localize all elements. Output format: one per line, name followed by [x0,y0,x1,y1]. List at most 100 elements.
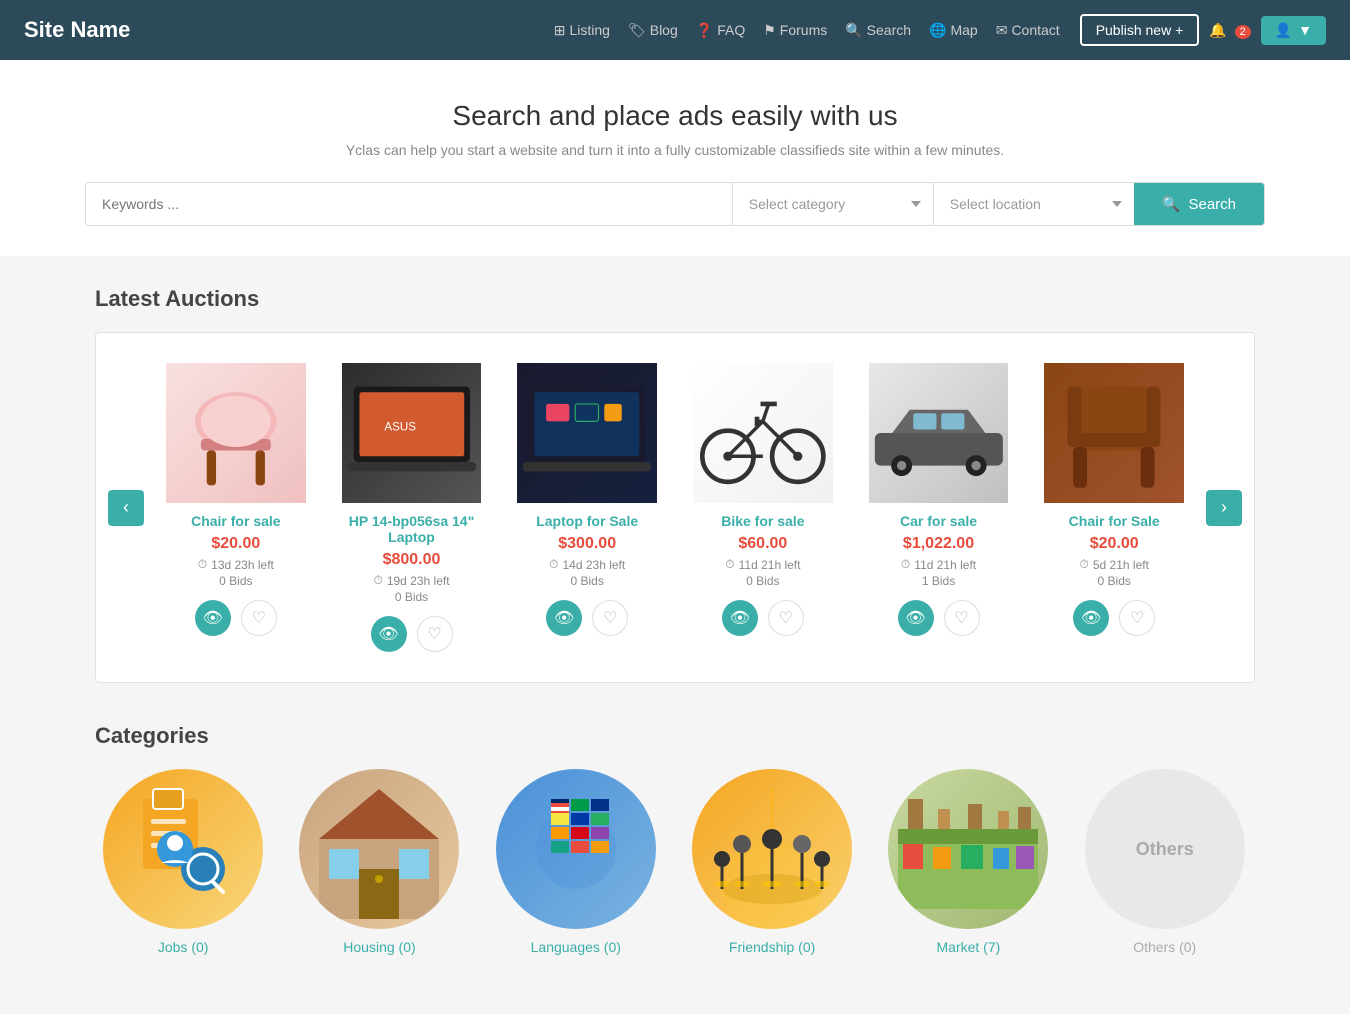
category-item[interactable]: Others Others (0) [1077,769,1253,955]
auction-title: Car for sale [869,513,1009,529]
auction-bids: 0 Bids [342,590,482,604]
auction-time: ⏱ 19d 23h left [342,573,482,588]
category-label: Friendship (0) [729,939,815,955]
auction-card: Car for sale $1,022.00 ⏱ 11d 21h left 1 … [859,353,1019,662]
clock-icon: ⏱ [549,557,558,572]
market-icon [888,769,1048,929]
auction-card: Chair for Sale $20.00 ⏱ 5d 21h left 0 Bi… [1034,353,1194,662]
auction-bids: 0 Bids [517,574,657,588]
category-select[interactable]: Select category [733,183,933,225]
notification-badge: 2 [1235,25,1251,39]
auction-time: ⏱ 11d 21h left [693,557,833,572]
category-item[interactable]: Friendship (0) [684,769,860,955]
view-button[interactable]: 👁 [371,616,407,652]
auctions-title: Latest Auctions [95,286,1255,312]
category-label: Housing (0) [343,939,415,955]
clock-icon: ⏱ [198,557,207,572]
categories-section: Categories Jobs (0) Housing (0) [95,723,1255,955]
publish-new-button[interactable]: Publish new + [1080,14,1200,46]
view-button[interactable]: 👁 [722,600,758,636]
favorite-button[interactable]: ♡ [1119,600,1155,636]
auction-actions: 👁 ♡ [342,616,482,652]
languages-icon [496,769,656,929]
nav-listing[interactable]: ⊞ Listing [554,22,610,39]
auction-bids: 1 Bids [869,574,1009,588]
view-button[interactable]: 👁 [546,600,582,636]
auction-card: ASUS HP 14-bp056sa 14" Laptop $800.00 ⏱ … [332,353,492,662]
auction-actions: 👁 ♡ [517,600,657,636]
clock-icon: ⏱ [901,557,910,572]
auction-time: ⏱ 14d 23h left [517,557,657,572]
auctions-carousel: ‹ Chair for sale $20.00 ⏱ 13d 23h left 0… [95,332,1255,683]
hero-title: Search and place ads easily with us [20,100,1330,132]
auction-title: HP 14-bp056sa 14" Laptop [342,513,482,545]
auction-card: Bike for sale $60.00 ⏱ 11d 21h left 0 Bi… [683,353,843,662]
category-label: Others (0) [1133,939,1196,955]
category-item[interactable]: Market (7) [880,769,1056,955]
auction-card: Laptop for Sale $300.00 ⏱ 14d 23h left 0… [507,353,667,662]
category-item[interactable]: Jobs (0) [95,769,271,955]
auction-price: $1,022.00 [869,535,1009,553]
view-button[interactable]: 👁 [195,600,231,636]
flag-icon: ⚑ [763,22,776,39]
nav-faq[interactable]: ❓ FAQ [696,22,745,39]
favorite-button[interactable]: ♡ [944,600,980,636]
view-button[interactable]: 👁 [1073,600,1109,636]
keywords-input[interactable] [86,183,732,225]
carousel-prev-button[interactable]: ‹ [108,490,144,526]
favorite-button[interactable]: ♡ [417,616,453,652]
view-button[interactable]: 👁 [898,600,934,636]
nav-search[interactable]: 🔍 Search [845,22,911,39]
nav-blog[interactable]: 🏷 Blog [628,22,678,39]
site-name: Site Name [24,17,130,43]
auction-title: Chair for Sale [1044,513,1184,529]
auction-bids: 0 Bids [693,574,833,588]
category-label: Languages (0) [531,939,621,955]
auction-actions: 👁 ♡ [166,600,306,636]
hero-section: Search and place ads easily with us Ycla… [0,60,1350,256]
main-content: Latest Auctions ‹ Chair for sale $20.00 … [75,256,1275,985]
categories-title: Categories [95,723,1255,749]
category-item[interactable]: Housing (0) [291,769,467,955]
favorite-button[interactable]: ♡ [592,600,628,636]
favorite-button[interactable]: ♡ [768,600,804,636]
user-icon: 👤 [1275,22,1292,39]
categories-grid: Jobs (0) Housing (0) Languages (0) [95,769,1255,955]
notifications-button[interactable]: 🔔 2 [1209,22,1250,39]
auction-time: ⏱ 5d 21h left [1044,557,1184,572]
globe-icon: 🌐 [929,22,946,39]
housing-icon [299,769,459,929]
nav-map[interactable]: 🌐 Map [929,22,978,39]
question-icon: ❓ [696,22,713,39]
search-button[interactable]: 🔍 Search [1134,183,1264,225]
auction-title: Bike for sale [693,513,833,529]
auction-actions: 👁 ♡ [693,600,833,636]
carousel-next-button[interactable]: › [1206,490,1242,526]
auction-image: ASUS [342,363,482,503]
auction-price: $60.00 [693,535,833,553]
auctions-grid: Chair for sale $20.00 ⏱ 13d 23h left 0 B… [156,353,1194,662]
listing-icon: ⊞ [554,22,566,39]
category-item[interactable]: Languages (0) [488,769,664,955]
jobs-icon [103,769,263,929]
friendship-icon [692,769,852,929]
auction-time: ⏱ 13d 23h left [166,557,306,572]
tag-icon: 🏷 [628,22,646,39]
clock-icon: ⏱ [725,557,734,572]
clock-icon: ⏱ [373,573,382,588]
location-select[interactable]: Select location [934,183,1134,225]
favorite-button[interactable]: ♡ [241,600,277,636]
user-menu-button[interactable]: 👤 ▼ [1261,16,1326,45]
auction-image [869,363,1009,503]
nav-forums[interactable]: ⚑ Forums [763,22,827,39]
category-label: Market (7) [937,939,1001,955]
auction-actions: 👁 ♡ [1044,600,1184,636]
nav-contact[interactable]: ✉ Contact [996,22,1060,39]
others-icon: Others [1085,769,1245,929]
mail-icon: ✉ [996,22,1008,39]
auction-actions: 👁 ♡ [869,600,1009,636]
auction-title: Chair for sale [166,513,306,529]
auction-image [517,363,657,503]
svg-text:ASUS: ASUS [384,421,416,434]
auction-bids: 0 Bids [1044,574,1184,588]
